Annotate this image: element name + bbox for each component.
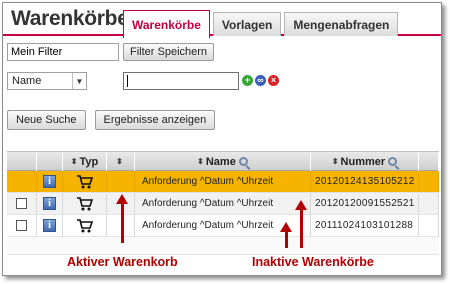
row-extra-cell — [419, 215, 439, 236]
header-check — [7, 152, 37, 171]
sort-icon: ⬍ — [197, 157, 204, 166]
table-header: ⬍ Typ ⬍ ⬍ Name ⬍ Nummer — [7, 151, 439, 171]
row-nummer: 20120120091552521 — [311, 193, 419, 214]
search-criteria-row: Name ▼ + ∞ × — [7, 72, 437, 94]
header-name[interactable]: ⬍ Name — [135, 152, 311, 171]
link-icon[interactable]: ∞ — [255, 75, 266, 86]
table-empty-row — [7, 237, 439, 255]
row-check-cell — [7, 171, 37, 192]
row-type-cell — [63, 193, 107, 214]
header-nummer[interactable]: ⬍ Nummer — [311, 152, 419, 171]
tab-vorlagen[interactable]: Vorlagen — [212, 12, 282, 36]
filter-name-input[interactable] — [7, 43, 119, 61]
search-icon[interactable] — [388, 157, 398, 166]
action-row: Neue Suche Ergebnisse anzeigen — [7, 110, 216, 130]
sort-icon: ⬍ — [116, 157, 123, 166]
row-type-cell — [63, 171, 107, 192]
page-title: Warenkörbe — [11, 7, 129, 30]
annotation-arrow-inactive — [280, 222, 292, 248]
table-row[interactable]: i Anforderung ^Datum ^Uhrzeit 2012012413… — [7, 171, 439, 193]
row-check-cell — [7, 193, 37, 214]
app-window: Warenkörbe Warenkörbe Vorlagen Mengenabf… — [2, 2, 442, 276]
criteria-value-input[interactable] — [123, 72, 239, 90]
row-extra-cell — [419, 171, 439, 192]
field-select[interactable]: Name ▼ — [7, 72, 87, 90]
info-icon[interactable]: i — [43, 197, 56, 210]
filter-save-button[interactable]: Filter Speichern — [123, 43, 215, 61]
annotation-arrow-active — [116, 194, 128, 243]
header: Warenkörbe Warenkörbe Vorlagen Mengenabf… — [3, 3, 441, 38]
row-nummer: 20120124135105212 — [311, 171, 419, 192]
annotation-arrow-inactive — [295, 200, 307, 248]
row-name: Anforderung ^Datum ^Uhrzeit — [135, 171, 311, 192]
results-table: ⬍ Typ ⬍ ⬍ Name ⬍ Nummer i Anforderung ^D… — [7, 151, 439, 255]
annotation-inactive-carts: Inaktive Warenkörbe — [252, 255, 374, 269]
search-icon[interactable] — [238, 157, 248, 166]
cart-icon — [76, 174, 93, 188]
chevron-down-icon[interactable]: ▼ — [72, 73, 86, 89]
header-nummer-label: Nummer — [340, 155, 386, 168]
header-status-sort[interactable]: ⬍ — [107, 152, 135, 171]
tab-bar: Warenkörbe Vorlagen Mengenabfragen — [123, 8, 401, 38]
row-check-cell — [7, 215, 37, 236]
header-typ-label: Typ — [79, 155, 99, 168]
row-checkbox[interactable] — [16, 198, 27, 209]
row-info-cell: i — [37, 215, 63, 236]
row-checkbox[interactable] — [16, 220, 27, 231]
cart-icon — [76, 196, 93, 210]
field-select-value: Name — [12, 75, 42, 87]
sort-icon: ⬍ — [70, 157, 78, 166]
row-info-cell: i — [37, 193, 63, 214]
info-icon[interactable]: i — [43, 175, 56, 188]
cart-icon — [76, 218, 93, 232]
remove-icon[interactable]: × — [268, 75, 279, 86]
info-icon[interactable]: i — [43, 219, 56, 232]
table-row[interactable]: i Anforderung ^Datum ^Uhrzeit 2012012009… — [7, 193, 439, 215]
add-icon[interactable]: + — [242, 75, 253, 86]
row-nummer: 20111024103101288 — [311, 215, 419, 236]
filter-row: Filter Speichern — [7, 43, 215, 61]
row-type-cell — [63, 215, 107, 236]
tab-mengenabfragen[interactable]: Mengenabfragen — [284, 12, 399, 36]
row-extra-cell — [419, 193, 439, 214]
row-name: Anforderung ^Datum ^Uhrzeit — [135, 193, 311, 214]
header-name-label: Name — [205, 155, 236, 168]
header-typ[interactable]: ⬍ Typ — [63, 152, 107, 171]
sort-icon: ⬍ — [331, 157, 339, 166]
tab-warenkoerbe[interactable]: Warenkörbe — [123, 10, 210, 38]
row-status-cell — [107, 171, 135, 192]
new-search-button[interactable]: Neue Suche — [7, 110, 86, 130]
header-extra — [419, 152, 439, 171]
row-info-cell: i — [37, 171, 63, 192]
header-info — [37, 152, 63, 171]
annotation-active-cart: Aktiver Warenkorb — [67, 255, 178, 269]
show-results-button[interactable]: Ergebnisse anzeigen — [94, 110, 216, 130]
table-row[interactable]: i Anforderung ^Datum ^Uhrzeit 2011102410… — [7, 215, 439, 237]
